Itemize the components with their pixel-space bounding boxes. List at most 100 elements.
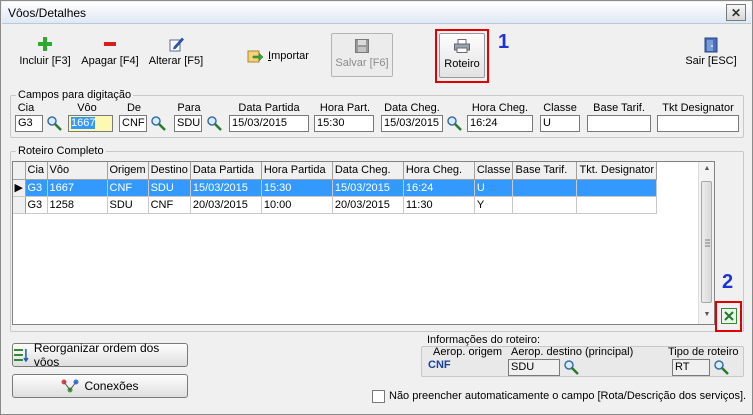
row-indicator xyxy=(13,196,26,214)
reorder-label: Reorganizar ordem dos vôos xyxy=(33,341,160,369)
table-row[interactable]: ▶ G3 1667 CNF SDU 15/03/2015 15:30 15/03… xyxy=(13,179,658,197)
data-cheg-input[interactable]: 15/03/2015 xyxy=(381,115,443,132)
include-label: Incluir [F3] xyxy=(19,55,71,67)
hora-cheg-label: Hora Cheg. xyxy=(471,102,529,114)
cell-hora-partida: 10:00 xyxy=(261,196,333,214)
base-tarif-label: Base Tarif. xyxy=(593,102,645,114)
flight-details-window: Vôos/Detalhes ✕ Incluir [F3] Apagar [F4]… xyxy=(0,0,753,415)
hora-part-label: Hora Part. xyxy=(319,102,371,114)
hora-cheg-input[interactable]: 16:24 xyxy=(467,115,533,132)
cell-hora-cheg: 16:24 xyxy=(403,179,475,197)
aerop-destino-input[interactable]: SDU xyxy=(508,359,560,376)
cell-destino: SDU xyxy=(148,179,191,197)
scrollbar-thumb[interactable] xyxy=(701,181,712,303)
para-lookup-icon[interactable] xyxy=(206,115,222,131)
cia-lookup-icon[interactable] xyxy=(46,115,62,131)
roteiro-group-legend: Roteiro Completo xyxy=(16,145,106,157)
cell-voo: 1667 xyxy=(47,179,108,197)
cell-classe: Y xyxy=(474,196,514,214)
annotation-marker-2: 2 xyxy=(722,271,734,293)
grip-icon xyxy=(705,239,710,247)
cell-base-tarif xyxy=(512,196,578,214)
col-tkt-designator[interactable]: Tkt. Designator xyxy=(576,162,658,180)
aerop-destino-lookup-icon[interactable] xyxy=(563,359,579,375)
delete-button[interactable]: Apagar [F4] xyxy=(79,35,141,67)
col-data-cheg[interactable]: Data Cheg. xyxy=(332,162,404,180)
route-button[interactable]: Roteiro xyxy=(439,33,485,78)
data-partida-label: Data Partida xyxy=(238,102,300,114)
cell-origem: SDU xyxy=(107,196,149,214)
classe-label: Classe xyxy=(543,102,577,114)
voo-input[interactable]: 1667 xyxy=(68,115,113,132)
include-button[interactable]: Incluir [F3] xyxy=(15,35,75,67)
col-base-tarif[interactable]: Base Tarif. xyxy=(512,162,578,180)
de-lookup-icon[interactable] xyxy=(150,115,166,131)
cell-classe: U xyxy=(474,179,514,197)
save-button[interactable]: Salvar [F6] xyxy=(331,33,393,77)
tkt-designator-label: Tkt Designator xyxy=(662,102,734,114)
import-label-rest: mportar xyxy=(271,50,309,62)
col-origem[interactable]: Origem xyxy=(107,162,149,180)
roteiro-table: Cia Vôo Origem Destino Data Partida Hora… xyxy=(13,162,658,214)
connections-button[interactable]: Conexões xyxy=(12,374,188,398)
import-icon xyxy=(247,50,263,63)
data-cheg-lookup-icon[interactable] xyxy=(446,115,462,131)
base-tarif-input[interactable] xyxy=(587,115,651,132)
no-autofill-label: Não preencher automaticamente o campo [R… xyxy=(389,390,747,402)
excel-export-icon[interactable] xyxy=(721,308,737,324)
plus-icon xyxy=(38,37,52,51)
edit-label: Alterar [F5] xyxy=(148,55,204,67)
tipo-roteiro-lookup-icon[interactable] xyxy=(713,359,729,375)
tipo-roteiro-label: Tipo de roteiro xyxy=(668,346,739,358)
cell-hora-cheg: 11:30 xyxy=(403,196,475,214)
col-voo[interactable]: Vôo xyxy=(47,162,108,180)
cia-label: Cia xyxy=(17,102,35,114)
exit-button[interactable]: Sair [ESC] xyxy=(682,35,740,67)
voo-input-value: 1667 xyxy=(71,117,96,129)
scroll-up-icon[interactable]: ▲ xyxy=(699,165,715,172)
reorder-flights-button[interactable]: Reorganizar ordem dos vôos xyxy=(12,341,188,369)
row-indicator-icon: ▶ xyxy=(13,179,26,197)
tipo-roteiro-input[interactable]: RT xyxy=(672,359,710,376)
connections-label: Conexões xyxy=(84,379,139,393)
col-classe[interactable]: Classe xyxy=(474,162,514,180)
cell-base-tarif xyxy=(512,179,578,197)
close-button[interactable]: ✕ xyxy=(726,4,746,21)
roteiro-header-row: Cia Vôo Origem Destino Data Partida Hora… xyxy=(13,162,658,180)
col-hora-partida[interactable]: Hora Partida xyxy=(261,162,333,180)
close-icon: ✕ xyxy=(730,5,742,20)
col-destino[interactable]: Destino xyxy=(148,162,191,180)
roteiro-grid[interactable]: Cia Vôo Origem Destino Data Partida Hora… xyxy=(12,161,715,325)
col-hora-cheg[interactable]: Hora Cheg. xyxy=(403,162,475,180)
cell-data-cheg: 15/03/2015 xyxy=(332,179,404,197)
cell-cia: G3 xyxy=(25,179,48,197)
exit-label: Sair [ESC] xyxy=(685,55,737,67)
cell-origem: CNF xyxy=(107,179,149,197)
window-title: Vôos/Detalhes xyxy=(8,6,87,20)
grid-vertical-scrollbar[interactable]: ▲ ▼ xyxy=(698,162,714,324)
hora-part-input[interactable]: 15:30 xyxy=(314,115,374,132)
aerop-origem-value: CNF xyxy=(428,359,451,371)
indicator-header xyxy=(13,162,26,180)
classe-input[interactable]: U xyxy=(540,115,580,132)
col-data-partida[interactable]: Data Partida xyxy=(190,162,262,180)
aerop-destino-label: Aerop. destino (principal) xyxy=(511,346,634,358)
data-partida-input[interactable]: 15/03/2015 xyxy=(229,115,309,132)
table-row[interactable]: G3 1258 SDU CNF 20/03/2015 10:00 20/03/2… xyxy=(13,196,658,214)
exit-door-icon xyxy=(704,37,718,53)
cell-tkt-designator xyxy=(576,196,658,214)
no-autofill-checkbox[interactable] xyxy=(372,390,385,403)
scroll-down-icon[interactable]: ▼ xyxy=(699,311,715,318)
cell-destino: CNF xyxy=(148,196,191,214)
tkt-designator-input[interactable] xyxy=(657,115,739,132)
route-label: Roteiro xyxy=(444,58,480,70)
info-title: Informações do roteiro: xyxy=(427,334,541,346)
voo-label: Vôo xyxy=(77,102,97,114)
para-input[interactable]: SDU xyxy=(174,115,202,132)
minus-icon xyxy=(104,42,116,46)
edit-button[interactable]: Alterar [F5] xyxy=(147,35,205,67)
cia-input[interactable]: G3 xyxy=(15,115,43,132)
cell-voo: 1258 xyxy=(47,196,108,214)
col-cia[interactable]: Cia xyxy=(25,162,48,180)
de-input[interactable]: CNF xyxy=(119,115,147,132)
